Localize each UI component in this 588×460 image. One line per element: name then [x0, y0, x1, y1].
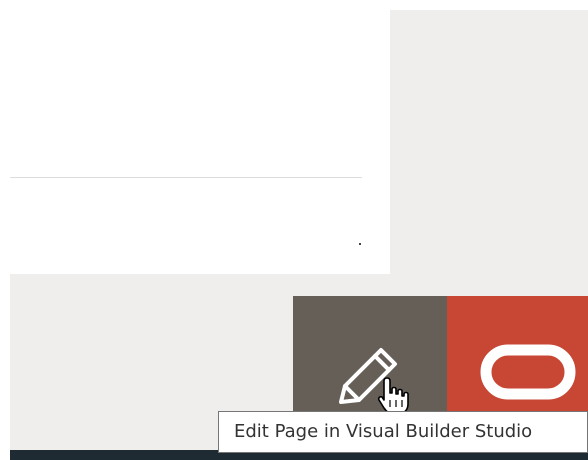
dot-marker — [359, 243, 361, 245]
side-panel — [390, 10, 588, 274]
oracle-logo-icon — [480, 342, 576, 406]
footer-edge — [0, 274, 10, 460]
page: Edit Page in Visual Builder Studio — [0, 0, 588, 460]
divider — [10, 177, 362, 178]
content-panel — [0, 0, 390, 274]
tooltip: Edit Page in Visual Builder Studio — [218, 411, 588, 453]
